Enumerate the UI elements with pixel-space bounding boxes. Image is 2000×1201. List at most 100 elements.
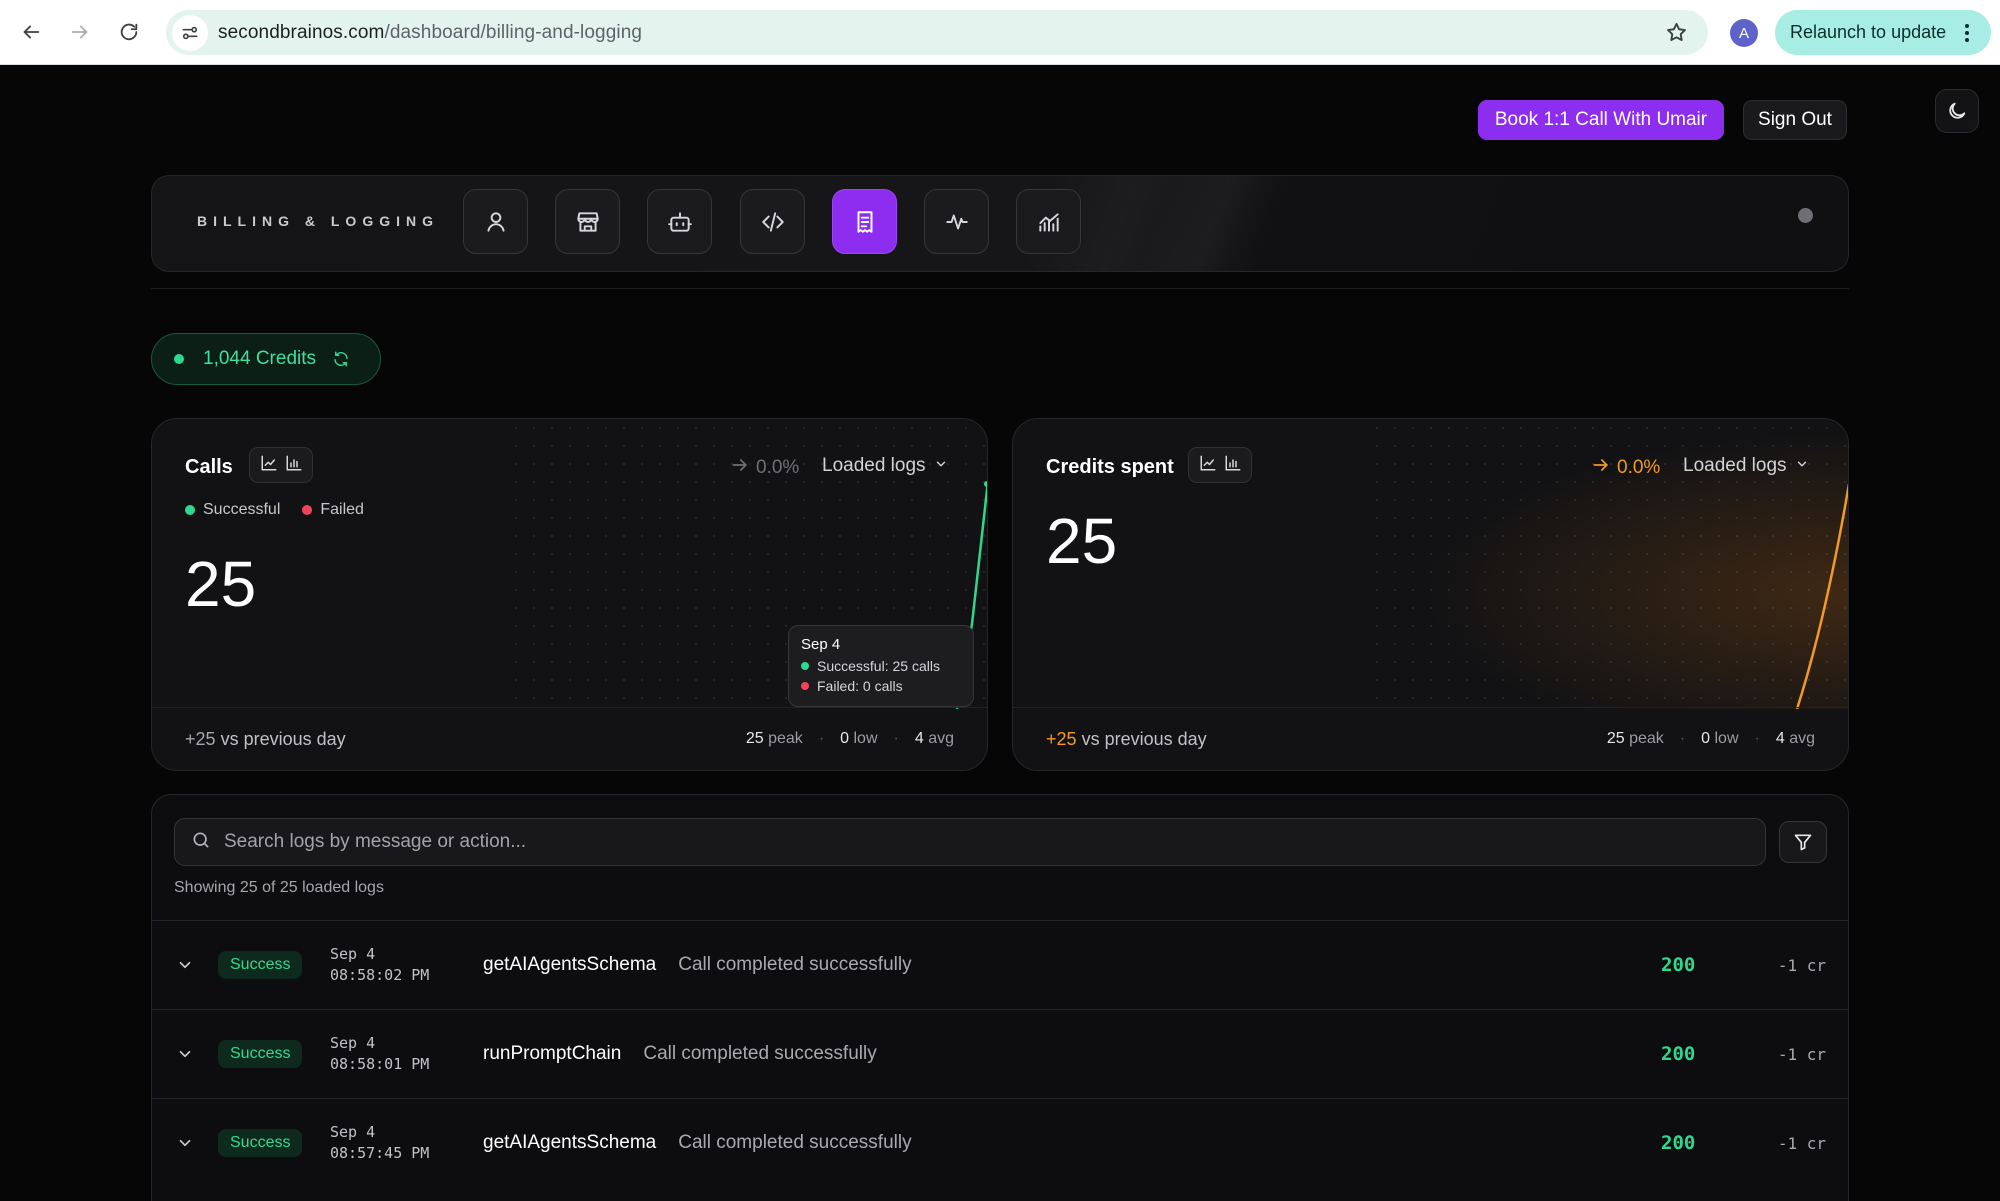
- status-badge: Success: [218, 951, 303, 979]
- chevron-down-icon: [934, 455, 948, 477]
- tooltip-date: Sep 4: [801, 636, 841, 653]
- logs-panel: Showing 25 of 25 loaded logs Success Sep…: [151, 794, 1849, 1201]
- credits-stats: 25 peak · 0 low · 4 avg: [1606, 730, 1815, 747]
- search-icon: [191, 830, 211, 855]
- back-icon[interactable]: [13, 14, 49, 50]
- credits-range-select[interactable]: Loaded logs: [1683, 455, 1809, 477]
- tooltip-failed-row: Failed: 0 calls: [801, 678, 961, 694]
- log-search-box[interactable]: [174, 818, 1766, 866]
- log-timestamp: Sep 4 08:58:01 PM: [330, 1034, 430, 1073]
- chevron-down-icon[interactable]: [176, 1134, 194, 1152]
- calls-footer: +25 vs previous day 25 peak · 0 low · 4 …: [152, 707, 987, 770]
- log-search-input[interactable]: [224, 831, 1624, 853]
- status-dot: [1798, 208, 1813, 223]
- bookmark-star-icon[interactable]: [1665, 21, 1688, 49]
- forward-icon[interactable]: [62, 14, 98, 50]
- browser-chrome: secondbrainos.com/dashboard/billing-and-…: [0, 0, 2000, 65]
- legend-swatch-failed: [302, 505, 313, 515]
- credits-spent-title: Credits spent: [1046, 456, 1174, 478]
- calls-range-label: Loaded logs: [822, 455, 926, 476]
- analytics-icon[interactable]: [1016, 189, 1081, 254]
- credits-status-dot: [174, 354, 184, 364]
- section-divider: [151, 288, 1849, 289]
- reload-icon[interactable]: [111, 14, 147, 50]
- status-badge: Success: [218, 1129, 303, 1157]
- relaunch-button[interactable]: Relaunch to update: [1775, 10, 1991, 55]
- status-code: 200: [1661, 1043, 1696, 1065]
- credits-spent-total: 25: [1046, 505, 1118, 577]
- code-icon[interactable]: [740, 189, 805, 254]
- legend-swatch-successful: [185, 505, 195, 515]
- profile-avatar[interactable]: A: [1730, 19, 1758, 47]
- status-badge: Success: [218, 1040, 303, 1068]
- calls-title: Calls: [185, 456, 233, 478]
- logs-count-text: Showing 25 of 25 loaded logs: [174, 879, 384, 896]
- credits-spent-card: Credits spent 0.0% Loaded logs 25 +25 vs…: [1012, 418, 1849, 771]
- calls-chart-type-toggle[interactable]: [249, 447, 313, 483]
- calls-total: 25: [185, 548, 257, 620]
- tooltip-successful-row: Successful: 25 calls: [801, 658, 961, 674]
- tooltip-swatch-successful: [801, 662, 809, 670]
- credit-cost: -1 cr: [1777, 955, 1826, 975]
- calls-legend: Successful Failed: [185, 501, 364, 519]
- book-call-button[interactable]: Book 1:1 Call With Umair: [1478, 100, 1724, 140]
- credits-chart-type-toggle[interactable]: [1188, 447, 1252, 483]
- user-icon[interactable]: [463, 189, 528, 254]
- section-toolbar: BILLING & LOGGING: [151, 175, 1849, 272]
- legend-successful: Successful: [185, 501, 280, 519]
- log-timestamp: Sep 4 08:58:02 PM: [330, 945, 430, 984]
- section-title: BILLING & LOGGING: [197, 213, 439, 229]
- calls-range-select[interactable]: Loaded logs: [822, 455, 948, 477]
- arrow-right-icon: [1591, 455, 1611, 481]
- credits-spent-line: [1795, 483, 1848, 709]
- bar-chart-icon[interactable]: [1224, 454, 1242, 477]
- calls-stats: 25 peak · 0 low · 4 avg: [745, 730, 954, 747]
- log-timestamp: Sep 4 08:57:45 PM: [330, 1123, 430, 1162]
- credits-balance-pill: 1,044 Credits: [151, 333, 381, 385]
- bot-icon[interactable]: [647, 189, 712, 254]
- credits-footer: +25 vs previous day 25 peak · 0 low · 4 …: [1013, 707, 1848, 770]
- tooltip-swatch-failed: [801, 682, 809, 690]
- arrow-right-icon: [730, 455, 750, 481]
- site-settings-icon[interactable]: [172, 14, 208, 51]
- credits-delta: +25 vs previous day: [1046, 728, 1207, 749]
- chevron-down-icon[interactable]: [176, 1045, 194, 1063]
- calls-card: Calls 0.0% Loaded logs Successful Failed…: [151, 418, 988, 771]
- credit-cost: -1 cr: [1777, 1133, 1826, 1153]
- sign-out-button[interactable]: Sign Out: [1743, 100, 1847, 140]
- table-row[interactable]: Success Sep 4 08:57:45 PM getAIAgentsSche…: [152, 1098, 1848, 1187]
- credit-cost: -1 cr: [1777, 1044, 1826, 1064]
- activity-icon[interactable]: [924, 189, 989, 254]
- log-action: getAIAgentsSchema Call completed successf…: [483, 954, 912, 975]
- more-vert-icon[interactable]: [1957, 22, 1977, 49]
- moon-icon[interactable]: [1935, 89, 1979, 133]
- line-chart-icon[interactable]: [1199, 454, 1217, 477]
- bar-chart-icon[interactable]: [285, 454, 303, 477]
- table-row[interactable]: Success Sep 4 08:58:01 PM runPromptChain C…: [152, 1009, 1848, 1098]
- table-row[interactable]: Success Sep 4 08:58:02 PM getAIAgentsSche…: [152, 920, 1848, 1009]
- toolbar-sheen: [1123, 176, 1301, 271]
- relaunch-label: Relaunch to update: [1790, 22, 1947, 42]
- line-chart-icon[interactable]: [260, 454, 278, 477]
- chevron-down-icon: [1795, 455, 1809, 477]
- store-icon[interactable]: [555, 189, 620, 254]
- calls-trend: 0.0%: [730, 455, 799, 481]
- receipt-icon[interactable]: [832, 189, 897, 254]
- calls-trend-value: 0.0%: [756, 457, 800, 478]
- status-code: 200: [1661, 1132, 1696, 1154]
- credits-balance: 1,044 Credits: [203, 348, 317, 369]
- chevron-down-icon[interactable]: [176, 956, 194, 974]
- credits-trend-value: 0.0%: [1617, 457, 1661, 478]
- legend-failed: Failed: [302, 501, 364, 519]
- status-code: 200: [1661, 954, 1696, 976]
- calls-chart-tooltip: Sep 4 Successful: 25 calls Failed: 0 cal…: [788, 625, 974, 707]
- credits-range-label: Loaded logs: [1683, 455, 1787, 476]
- refresh-icon[interactable]: [332, 350, 350, 368]
- credits-trend: 0.0%: [1591, 455, 1660, 481]
- log-action: getAIAgentsSchema Call completed successf…: [483, 1132, 912, 1153]
- log-action: runPromptChain Call completed successfull…: [483, 1043, 877, 1064]
- calls-delta: +25 vs previous day: [185, 728, 346, 749]
- address-bar[interactable]: secondbrainos.com/dashboard/billing-and-…: [166, 10, 1708, 55]
- filter-icon[interactable]: [1779, 821, 1827, 863]
- calls-success-point: [984, 481, 987, 487]
